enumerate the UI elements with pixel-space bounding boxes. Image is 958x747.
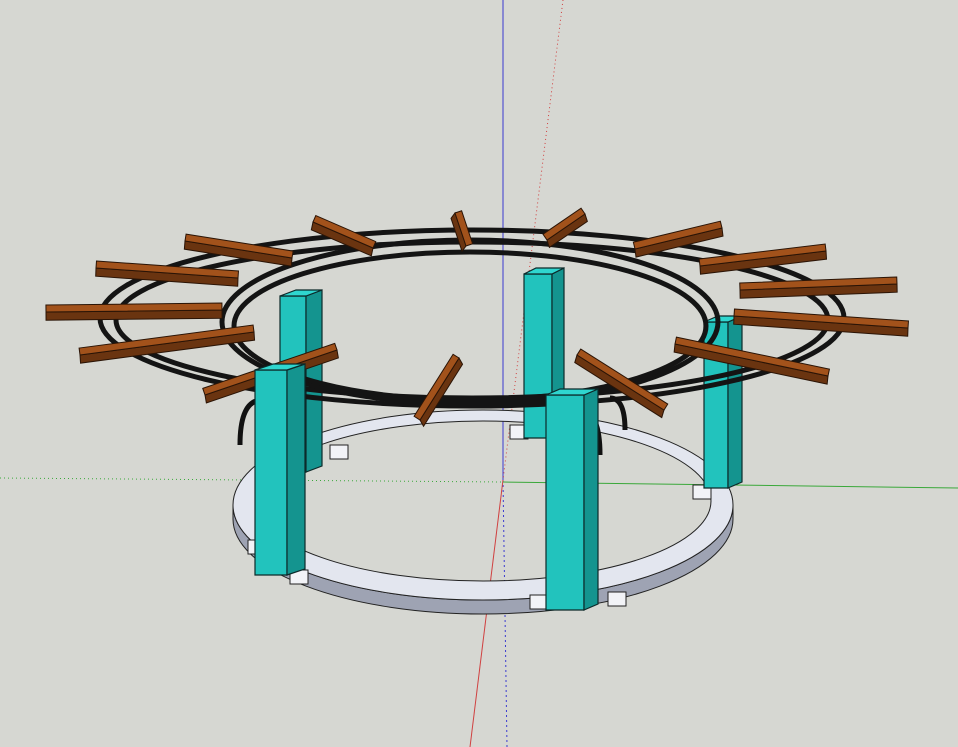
bench-leg-7[interactable] (329, 444, 349, 460)
post-back-right-side-face[interactable] (727, 315, 743, 489)
rafter-beam-8[interactable] (542, 207, 588, 249)
rafter-top-3[interactable] (45, 302, 223, 313)
rafter-beam-3[interactable] (45, 302, 223, 321)
bench-leg-4[interactable] (607, 591, 627, 607)
post-front-right-front-face[interactable] (545, 394, 585, 611)
rafter-top-15[interactable] (413, 353, 460, 421)
rafter-beam-11[interactable] (739, 276, 898, 299)
bench-leg-3[interactable] (529, 594, 549, 610)
modeling-viewport[interactable] (0, 0, 958, 747)
rafter-beam-10[interactable] (698, 243, 828, 275)
post-front-left-side-face[interactable] (286, 363, 306, 576)
post-front-left[interactable] (254, 363, 306, 576)
post-front-left-front-face[interactable] (254, 369, 288, 576)
3d-scene[interactable] (0, 0, 958, 747)
post-front-right-side-face[interactable] (583, 388, 599, 611)
post-front-right[interactable] (545, 388, 599, 611)
